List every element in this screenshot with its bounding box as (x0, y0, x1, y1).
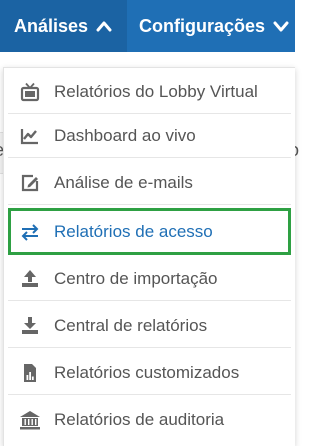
menu-item-label: Central de relatórios (54, 315, 208, 335)
report-icon (19, 362, 41, 384)
menu-item-relatorios-customizados[interactable]: Relatórios customizados (8, 351, 291, 395)
menu-item-relatorios-de-auditoria[interactable]: Relatórios de auditoria (8, 398, 291, 442)
menu-item-relatorios-lobby-virtual[interactable]: Relatórios do Lobby Virtual (8, 70, 291, 114)
upload-icon (19, 268, 41, 290)
nav-configuracoes-label: Configurações (139, 15, 266, 36)
menu-item-label: Análise de e-mails (54, 172, 193, 192)
top-nav-bar: Análises Configurações (0, 0, 295, 52)
menu-item-central-de-relatorios[interactable]: Central de relatórios (8, 304, 291, 348)
exchange-icon (19, 221, 41, 243)
line-chart-icon (19, 125, 41, 147)
menu-item-label: Dashboard ao vivo (54, 125, 196, 145)
tv-icon (19, 81, 41, 103)
analises-dropdown-menu: Relatórios do Lobby Virtual Dashboard ao… (3, 67, 295, 446)
menu-item-analise-de-emails[interactable]: Análise de e-mails (8, 161, 291, 205)
download-icon (19, 315, 41, 337)
edit-icon (19, 172, 41, 194)
bank-icon (19, 409, 41, 431)
chevron-down-icon (273, 21, 289, 32)
menu-item-label: Relatórios de auditoria (54, 410, 225, 429)
menu-item-label: Relatórios do Lobby Virtual (54, 81, 258, 101)
menu-item-label: Relatórios de acesso (54, 221, 213, 241)
menu-item-dashboard-ao-vivo[interactable]: Dashboard ao vivo (8, 114, 291, 158)
menu-item-relatorios-de-acesso[interactable]: Relatórios de acesso (8, 208, 291, 255)
nav-configuracoes[interactable]: Configurações (127, 0, 295, 52)
menu-item-label: Relatórios customizados (54, 362, 240, 382)
nav-analises[interactable]: Análises (0, 0, 127, 52)
menu-item-label: Centro de importação (54, 268, 218, 288)
chevron-up-icon (96, 21, 112, 32)
menu-item-centro-de-importacao[interactable]: Centro de importação (8, 257, 291, 301)
nav-analises-label: Análises (14, 15, 89, 36)
